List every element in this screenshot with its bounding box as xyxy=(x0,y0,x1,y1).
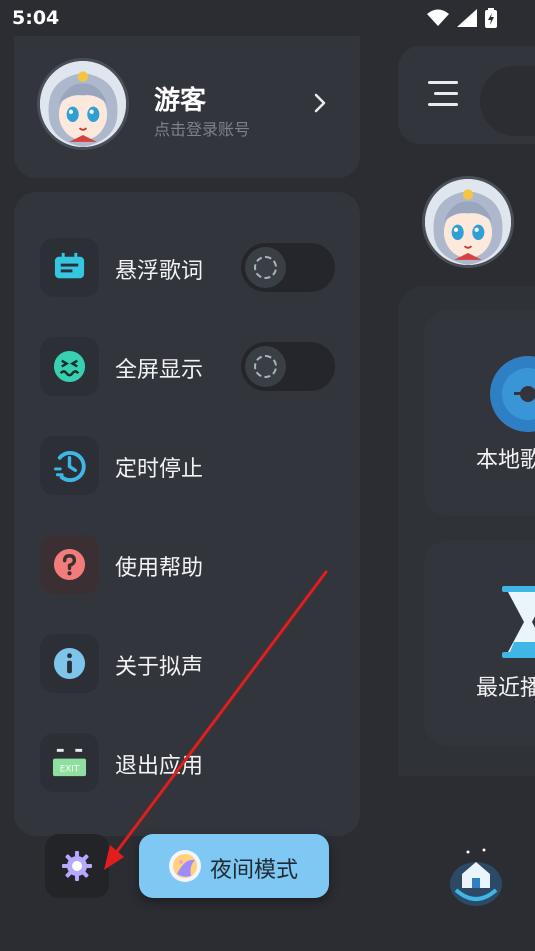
recent-play-tile[interactable]: 最近播 xyxy=(424,540,535,746)
svg-text:EXIT: EXIT xyxy=(60,764,80,774)
menu-item-fullscreen[interactable]: 全屏显示 xyxy=(40,337,340,397)
floating-lyrics-toggle[interactable] xyxy=(241,243,335,292)
help-icon xyxy=(40,535,99,594)
gear-icon xyxy=(62,851,92,881)
settings-button[interactable] xyxy=(45,834,109,898)
menu-item-label: 退出应用 xyxy=(115,754,204,779)
main-tiles-section: 本地歌 最近播 xyxy=(398,286,535,776)
status-icons xyxy=(427,8,497,28)
night-mode-button[interactable]: 夜间模式 xyxy=(139,834,329,898)
main-content-peek: 本地歌 最近播 xyxy=(376,36,535,951)
fullscreen-toggle[interactable] xyxy=(241,342,335,391)
vinyl-icon xyxy=(490,356,535,432)
local-music-tile[interactable]: 本地歌 xyxy=(424,310,535,516)
menu-item-label: 悬浮歌词 xyxy=(115,259,204,284)
toggle-knob xyxy=(245,247,286,288)
moon-icon xyxy=(169,850,201,882)
main-header xyxy=(398,46,535,144)
home-icon[interactable] xyxy=(446,844,506,908)
menu-item-label: 使用帮助 xyxy=(115,556,204,581)
profile-name: 游客 xyxy=(154,86,207,116)
avatar[interactable] xyxy=(37,58,129,150)
menu-item-help[interactable]: 使用帮助 xyxy=(40,535,340,595)
search-bar[interactable] xyxy=(480,66,535,136)
toggle-knob xyxy=(245,346,286,387)
tile-label: 本地歌 xyxy=(476,448,535,473)
wifi-icon xyxy=(427,9,449,26)
menu-item-floating-lyrics[interactable]: 悬浮歌词 xyxy=(40,238,340,298)
floating-lyrics-icon xyxy=(40,238,99,297)
chevron-right-icon[interactable] xyxy=(310,90,330,116)
menu-item-label: 定时停止 xyxy=(115,457,204,482)
hourglass-icon xyxy=(502,586,535,658)
fullscreen-icon xyxy=(40,337,99,396)
exit-icon: EXIT xyxy=(40,733,99,792)
profile-login-hint: 点击登录账号 xyxy=(154,120,251,139)
status-time: 5:04 xyxy=(12,7,60,29)
menu-card: 悬浮歌词 全屏显示 定时停止 使用帮助 关于拟声 EXIT 退出应用 xyxy=(14,192,360,836)
menu-icon[interactable] xyxy=(428,80,462,108)
signal-icon xyxy=(457,9,477,27)
menu-item-label: 关于拟声 xyxy=(115,655,204,680)
timer-icon xyxy=(40,436,99,495)
profile-card[interactable]: 游客 点击登录账号 xyxy=(14,36,360,178)
navigation-drawer: 游客 点击登录账号 悬浮歌词 全屏显示 定时停止 使用帮助 关于拟声 EXIT … xyxy=(0,36,376,951)
menu-item-exit[interactable]: EXIT 退出应用 xyxy=(40,733,340,793)
menu-item-label: 全屏显示 xyxy=(115,358,204,383)
battery-charging-icon xyxy=(485,8,497,28)
menu-item-timer-stop[interactable]: 定时停止 xyxy=(40,436,340,496)
avatar[interactable] xyxy=(422,176,514,268)
menu-item-about[interactable]: 关于拟声 xyxy=(40,634,340,694)
info-icon xyxy=(40,634,99,693)
status-bar: 5:04 xyxy=(0,0,535,36)
night-mode-label: 夜间模式 xyxy=(210,858,299,883)
tile-label: 最近播 xyxy=(476,676,535,701)
